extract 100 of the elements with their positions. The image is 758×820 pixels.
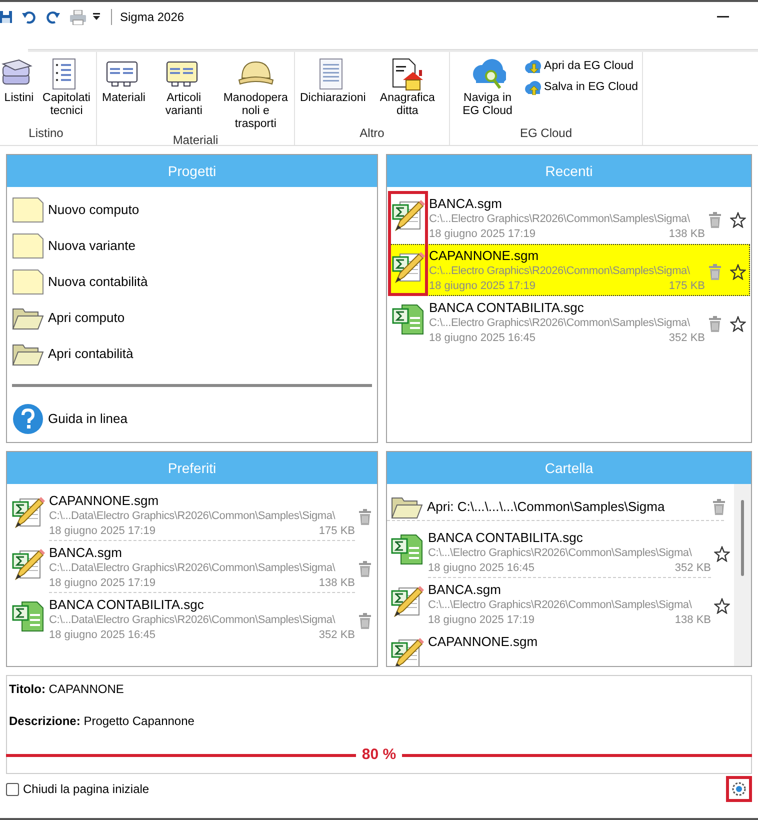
- ribbon-button[interactable]: Dichiarazioni: [299, 58, 367, 105]
- document-pencil-icon: [391, 637, 425, 666]
- redo-icon[interactable]: [46, 10, 60, 24]
- spreadsheet-document-icon: [391, 533, 425, 565]
- project-action[interactable]: Nuovo computo: [12, 192, 372, 228]
- file-name: BANCA CONTABILITA.sgc: [428, 529, 584, 546]
- note-icon: [12, 197, 44, 223]
- file-item[interactable]: CAPANNONE.sgm C:\...Data\Electro Graphics\R2026\Common\Samples\Sigma\ 18 giugno 2025 17:19 175 KB: [8, 489, 376, 541]
- file-name: BANCA.sgm: [429, 195, 503, 212]
- file-size: 352 KB: [318, 628, 355, 643]
- window-title: Sigma 2026: [120, 9, 184, 26]
- settings-icon: [731, 781, 747, 797]
- cloud-upload-icon: [524, 80, 542, 95]
- description-text: Descrizione: Progetto Capannone: [8, 713, 196, 730]
- ribbon-button[interactable]: Salva in EG Cloud: [524, 79, 638, 96]
- file-date: 18 giugno 2025 17:19: [429, 227, 536, 242]
- close-start-page-checkbox[interactable]: Chiudi la pagina iniziale: [6, 780, 150, 798]
- zoom-label: 80 %: [360, 745, 398, 765]
- file-item[interactable]: BANCA CONTABILITA.sgc C:\...\Electro Graphics\R2026\Common\Samples\Sigma\ 18 giugno 2025 16:45 352 KB: [387, 526, 734, 578]
- star-icon[interactable]: [714, 598, 730, 614]
- ribbon-button[interactable]: Manodopera noli e trasporti: [221, 58, 290, 131]
- ribbon-button[interactable]: Listini: [0, 58, 38, 105]
- trash-icon[interactable]: [358, 560, 372, 576]
- star-icon[interactable]: [714, 546, 730, 562]
- ribbon-button[interactable]: Capitolati tecnici: [41, 58, 92, 118]
- file-date: 18 giugno 2025 17:19: [429, 279, 536, 294]
- file-path: C:\...\Electro Graphics\R2026\Common\Samples\Sigma\: [428, 546, 693, 561]
- settings-button[interactable]: [726, 776, 752, 802]
- file-name: CAPANNONE.sgm: [429, 247, 540, 264]
- trash-icon[interactable]: [358, 612, 372, 628]
- ribbon-button[interactable]: Naviga in EG Cloud: [454, 58, 522, 118]
- file-item[interactable]: BANCA CONTABILITA.sgc C:\...Data\Electro Graphics\R2026\Common\Samples\Sigma\ 18 giugno 2025 16:45 352 KB: [8, 593, 376, 645]
- panel-header: Preferiti: [7, 452, 377, 484]
- panel-header: Progetti: [7, 155, 377, 187]
- note-icon: [12, 269, 44, 295]
- file-date: 18 giugno 2025 16:45: [49, 628, 156, 643]
- group-label: Altro: [358, 125, 386, 142]
- title-text: Titolo: CAPANNONE: [8, 681, 125, 698]
- note-icon: [12, 233, 44, 259]
- file-date: 18 giugno 2025 17:19: [49, 524, 156, 539]
- panel-header: Cartella: [387, 452, 751, 484]
- project-action[interactable]: Nuova variante: [12, 228, 372, 264]
- dropdown-icon[interactable]: [92, 13, 101, 21]
- trash-icon[interactable]: [358, 508, 372, 524]
- file-item[interactable]: CAPANNONE.sgm C:\...Electro Graphics\R2026\Common\Samples\Sigma\ 18 giugno 2025 17:19 175 KB: [388, 244, 750, 296]
- file-item[interactable]: BANCA.sgm C:\...Electro Graphics\R2026\Common\Samples\Sigma\ 18 giugno 2025 17:19 138 KB: [388, 192, 750, 244]
- save-icon[interactable]: [0, 10, 12, 24]
- star-icon[interactable]: [730, 264, 746, 280]
- spreadsheet-document-icon: [392, 303, 426, 335]
- file-name: BANCA.sgm: [428, 581, 502, 598]
- project-action[interactable]: Guida in linea: [12, 401, 372, 437]
- file-name: CAPANNONE.sgm: [428, 633, 539, 650]
- trash-icon[interactable]: [708, 212, 722, 228]
- file-item[interactable]: BANCA CONTABILITA.sgc C:\...Electro Graphics\R2026\Common\Samples\Sigma\ 18 giugno 2025 16:45 352 KB: [388, 296, 750, 348]
- document-pencil-icon: [392, 199, 426, 231]
- ribbon-button[interactable]: Materiali: [101, 58, 146, 105]
- file-size: 352 KB: [674, 561, 711, 576]
- trash-icon[interactable]: [708, 316, 722, 332]
- file-date: 18 giugno 2025 17:19: [49, 576, 156, 591]
- file-size: 138 KB: [318, 576, 355, 591]
- checkbox[interactable]: [6, 782, 19, 796]
- file-item[interactable]: CAPANNONE.sgm: [387, 630, 734, 666]
- file-date: 18 giugno 2025 16:45: [429, 331, 536, 346]
- spreadsheet-document-icon: [12, 600, 46, 632]
- ribbon-button[interactable]: Articoli varianti: [149, 58, 218, 118]
- file-date: 18 giugno 2025 17:19: [428, 613, 534, 628]
- file-size: 175 KB: [668, 279, 705, 294]
- file-date: 18 giugno 2025 16:45: [428, 561, 534, 576]
- printer-icon[interactable]: [70, 10, 86, 24]
- group-label: Materiali: [172, 132, 220, 149]
- undo-icon[interactable]: [22, 10, 36, 24]
- trash-icon[interactable]: [712, 499, 726, 515]
- file-size: 352 KB: [668, 331, 705, 346]
- ribbon-button[interactable]: Apri da EG Cloud: [524, 58, 638, 76]
- cloud-download-icon: [524, 60, 542, 74]
- minimize-icon[interactable]: [717, 16, 729, 18]
- document-pencil-icon: [12, 496, 46, 528]
- file-item[interactable]: BANCA.sgm C:\...\Electro Graphics\R2026\Common\Samples\Sigma\ 18 giugno 2025 17:19 138 KB: [387, 578, 734, 630]
- folder-path: Apri: C:\...\...\...\Common\Samples\Sigma: [427, 498, 666, 516]
- project-action[interactable]: Nuova contabilità: [12, 264, 372, 300]
- project-action[interactable]: Apri computo: [12, 300, 372, 336]
- file-name: CAPANNONE.sgm: [49, 492, 160, 509]
- document-pencil-icon: [12, 548, 46, 580]
- file-path: C:\...Electro Graphics\R2026\Common\Samples\Sigma\: [429, 316, 691, 331]
- ribbon-button[interactable]: Anagrafica ditta: [370, 58, 445, 118]
- file-path: C:\...Data\Electro Graphics\R2026\Common\Samples\Sigma\: [49, 509, 336, 524]
- trash-icon[interactable]: [708, 264, 722, 280]
- file-name: BANCA CONTABILITA.sgc: [49, 596, 205, 613]
- file-size: 175 KB: [318, 524, 355, 539]
- scrollbar-thumb[interactable]: [741, 500, 744, 576]
- file-path: C:\...\Electro Graphics\R2026\Common\Samples\Sigma\: [428, 598, 693, 613]
- file-item[interactable]: BANCA.sgm C:\...Data\Electro Graphics\R2026\Common\Samples\Sigma\ 18 giugno 2025 17:19 138 KB: [8, 541, 376, 593]
- star-icon[interactable]: [730, 212, 746, 228]
- folder-item[interactable]: Apri: C:\...\...\...\Common\Samples\Sigma: [387, 494, 724, 521]
- project-action[interactable]: Apri contabilità: [12, 336, 372, 372]
- file-path: C:\...Data\Electro Graphics\R2026\Common\Samples\Sigma\: [49, 561, 336, 576]
- star-icon[interactable]: [730, 316, 746, 332]
- file-size: 138 KB: [674, 613, 711, 628]
- group-label: Listino: [28, 125, 64, 142]
- help-icon: [12, 403, 44, 435]
